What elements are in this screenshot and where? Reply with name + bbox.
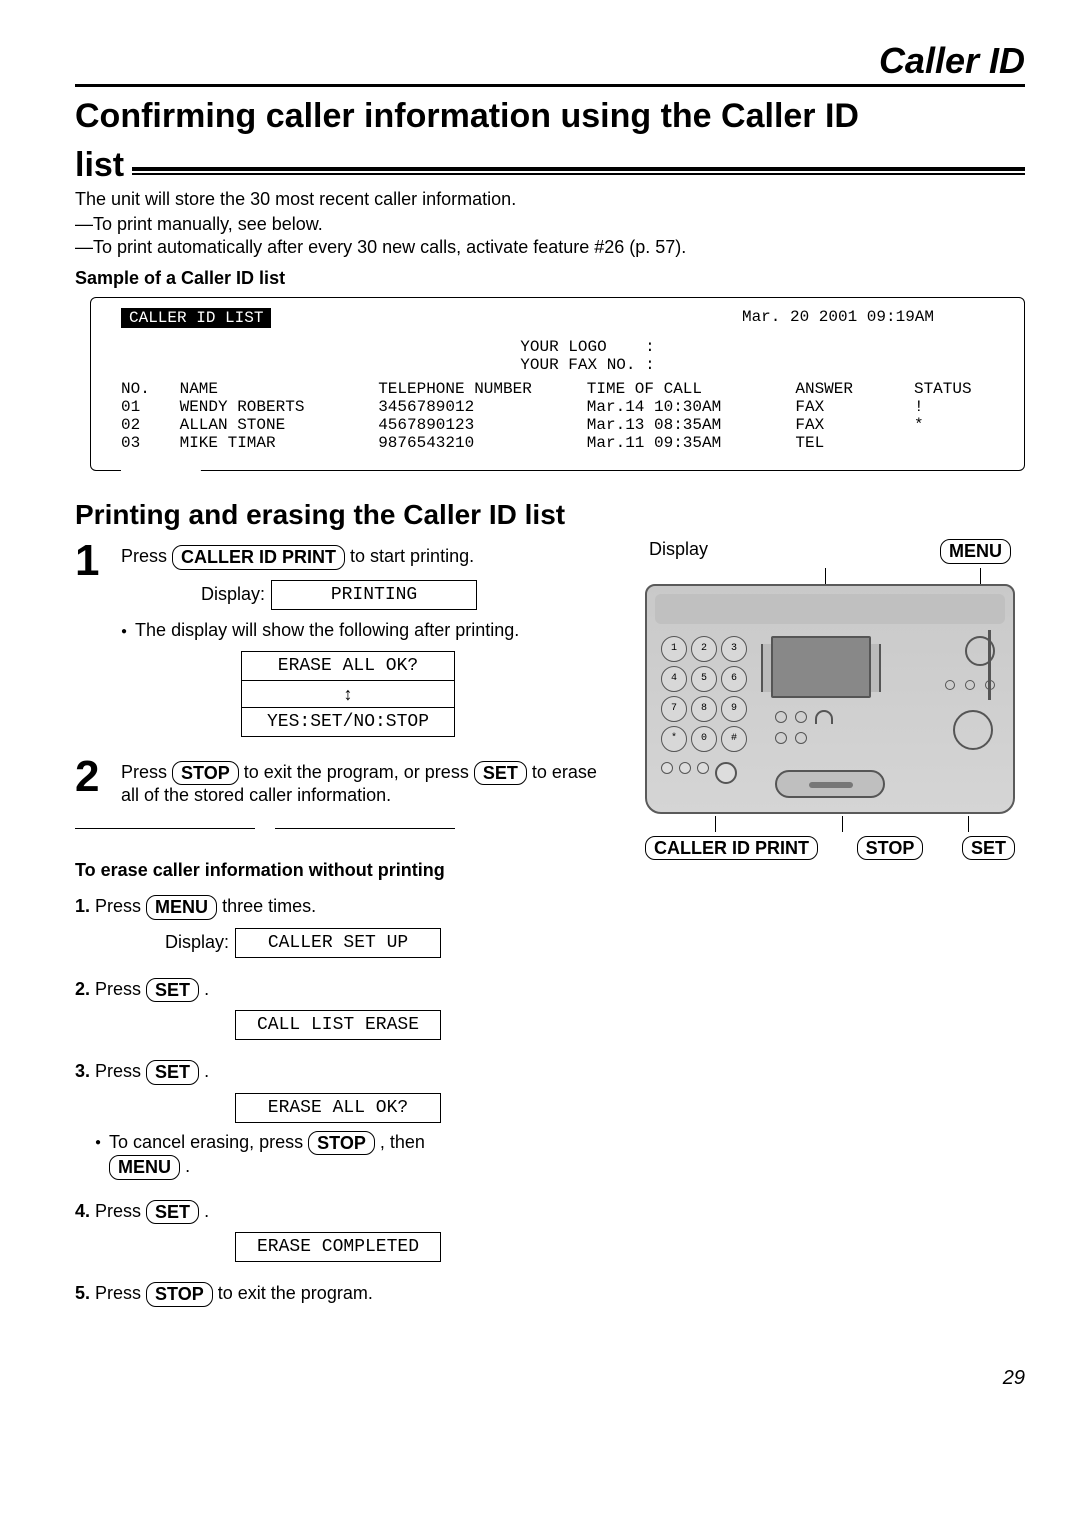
keypad-key[interactable]: # <box>721 726 747 752</box>
e5-pre: Press <box>95 1283 146 1303</box>
sample-logo: YOUR LOGO : <box>520 338 654 356</box>
intro-line1: The unit will store the 30 most recent c… <box>75 189 1025 210</box>
stop-button-2[interactable]: STOP <box>308 1131 375 1156</box>
e2-pre: Press <box>95 979 146 999</box>
page-number: 29 <box>75 1367 1025 1390</box>
divider-rule-left <box>75 828 255 829</box>
sample-faxno: YOUR FAX NO. : <box>520 356 654 374</box>
e3-note: To cancel erasing, press STOP , then MEN… <box>95 1131 615 1180</box>
main-title-line1: Confirming caller information using the … <box>75 97 1025 136</box>
set-button-4[interactable]: SET <box>146 1200 199 1225</box>
keypad-key[interactable]: 6 <box>721 666 747 692</box>
device-lcd <box>771 636 871 698</box>
sample-date: Mar. 20 2001 09:19AM <box>742 308 994 326</box>
step2-mid: to exit the program, or press <box>244 762 474 782</box>
keypad-key[interactable]: 4 <box>661 666 687 692</box>
col-stat: STATUS <box>914 380 994 398</box>
stop-button-3[interactable]: STOP <box>146 1282 213 1307</box>
display-label: Display: <box>201 584 265 605</box>
display-printing: PRINTING <box>271 580 477 610</box>
e1-display-label: Display: <box>165 932 229 953</box>
display-yes-no: YES:SET/NO:STOP <box>241 708 455 737</box>
e3-pre: Press <box>95 1061 146 1081</box>
menu-button[interactable]: MENU <box>146 895 217 920</box>
e5-post: to exit the program. <box>218 1283 373 1303</box>
col-no: NO. <box>121 380 161 398</box>
stop-button[interactable]: STOP <box>172 761 239 786</box>
intro-line3: —To print automatically after every 30 n… <box>75 237 1025 258</box>
set-button-3[interactable]: SET <box>146 1060 199 1085</box>
intro-line2: —To print manually, see below. <box>75 214 1025 235</box>
list-badge: CALLER ID LIST <box>121 308 271 328</box>
sub-heading: Printing and erasing the Caller ID list <box>75 499 1025 531</box>
e2-post: . <box>204 979 209 999</box>
caller-id-print-button[interactable]: CALLER ID PRINT <box>172 545 345 570</box>
display-call-list-erase: CALL LIST ERASE <box>235 1010 441 1040</box>
e4-pre: Press <box>95 1201 146 1221</box>
device-handset <box>775 770 885 798</box>
set-button-2[interactable]: SET <box>146 978 199 1003</box>
sample-row: 02ALLAN STONE4567890123Mar.13 08:35AMFAX… <box>121 416 994 434</box>
col-name: NAME <box>180 380 360 398</box>
right-column: Display MENU 123 456 789 *0# CALLER ID PRIN… <box>645 539 1025 860</box>
keypad-key[interactable]: 2 <box>691 636 717 662</box>
device-label-stop[interactable]: STOP <box>857 836 924 861</box>
keypad-key[interactable]: 9 <box>721 696 747 722</box>
set-button[interactable]: SET <box>474 761 527 786</box>
device-label-menu[interactable]: MENU <box>940 539 1011 564</box>
display-erase-completed: ERASE COMPLETED <box>235 1232 441 1262</box>
left-column: 1 Press CALLER ID PRINT to start printin… <box>75 539 615 1327</box>
step-1: 1 Press CALLER ID PRINT to start printin… <box>75 539 615 737</box>
step2-pre: Press <box>121 762 172 782</box>
e1-pre: Press <box>95 896 146 916</box>
sample-row: 03MIKE TIMAR9876543210Mar.11 09:35AMTEL <box>121 434 994 452</box>
step1-pre: Press <box>121 546 172 566</box>
erase-heading: To erase caller information without prin… <box>75 860 615 881</box>
device-illustration: Display MENU 123 456 789 *0# CALLER ID PRIN… <box>645 539 1015 860</box>
step-1-number: 1 <box>75 539 111 737</box>
col-tel: TELEPHONE NUMBER <box>378 380 568 398</box>
erase-list: 1. Press MENU three times. Display: CALL… <box>75 895 615 1307</box>
section-header: Caller ID <box>75 40 1025 87</box>
display-erase-all: ERASE ALL OK? <box>241 651 455 681</box>
display-erase-all-2: ERASE ALL OK? <box>235 1093 441 1123</box>
col-ans: ANSWER <box>795 380 895 398</box>
device-label-cid-print[interactable]: CALLER ID PRINT <box>645 836 818 861</box>
divider-rule-right <box>275 828 455 829</box>
display-caller-setup: CALLER SET UP <box>235 928 441 958</box>
device-label-set[interactable]: SET <box>962 836 1015 861</box>
title-rule <box>132 167 1025 175</box>
col-time: TIME OF CALL <box>587 380 777 398</box>
sample-box: CALLER ID LIST Mar. 20 2001 09:19AM YOUR… <box>90 297 1025 471</box>
keypad-key[interactable]: * <box>661 726 687 752</box>
e1-post: three times. <box>222 896 316 916</box>
sample-header-row: NO. NAME TELEPHONE NUMBER TIME OF CALL A… <box>121 380 994 398</box>
step1-after: The display will show the following afte… <box>121 620 615 641</box>
keypad-key[interactable]: 8 <box>691 696 717 722</box>
intro-block: The unit will store the 30 most recent c… <box>75 189 1025 289</box>
step-2-number: 2 <box>75 755 111 807</box>
menu-button-2[interactable]: MENU <box>109 1155 180 1180</box>
device-label-display: Display <box>649 539 708 564</box>
step1-post: to start printing. <box>350 546 474 566</box>
sample-label: Sample of a Caller ID list <box>75 268 1025 289</box>
keypad-key[interactable]: 0 <box>691 726 717 752</box>
display-arrow: ↕ <box>241 681 455 708</box>
keypad-key[interactable]: 3 <box>721 636 747 662</box>
main-title-line2: list <box>75 146 124 185</box>
main-title-block: Confirming caller information using the … <box>75 97 1025 185</box>
sample-row: 01WENDY ROBERTS3456789012Mar.14 10:30AMF… <box>121 398 994 416</box>
e3-post: . <box>204 1061 209 1081</box>
e4-post: . <box>204 1201 209 1221</box>
keypad-key[interactable]: 1 <box>661 636 687 662</box>
keypad-key[interactable]: 7 <box>661 696 687 722</box>
keypad-key[interactable]: 5 <box>691 666 717 692</box>
step-2: 2 Press STOP to exit the program, or pre… <box>75 755 615 807</box>
